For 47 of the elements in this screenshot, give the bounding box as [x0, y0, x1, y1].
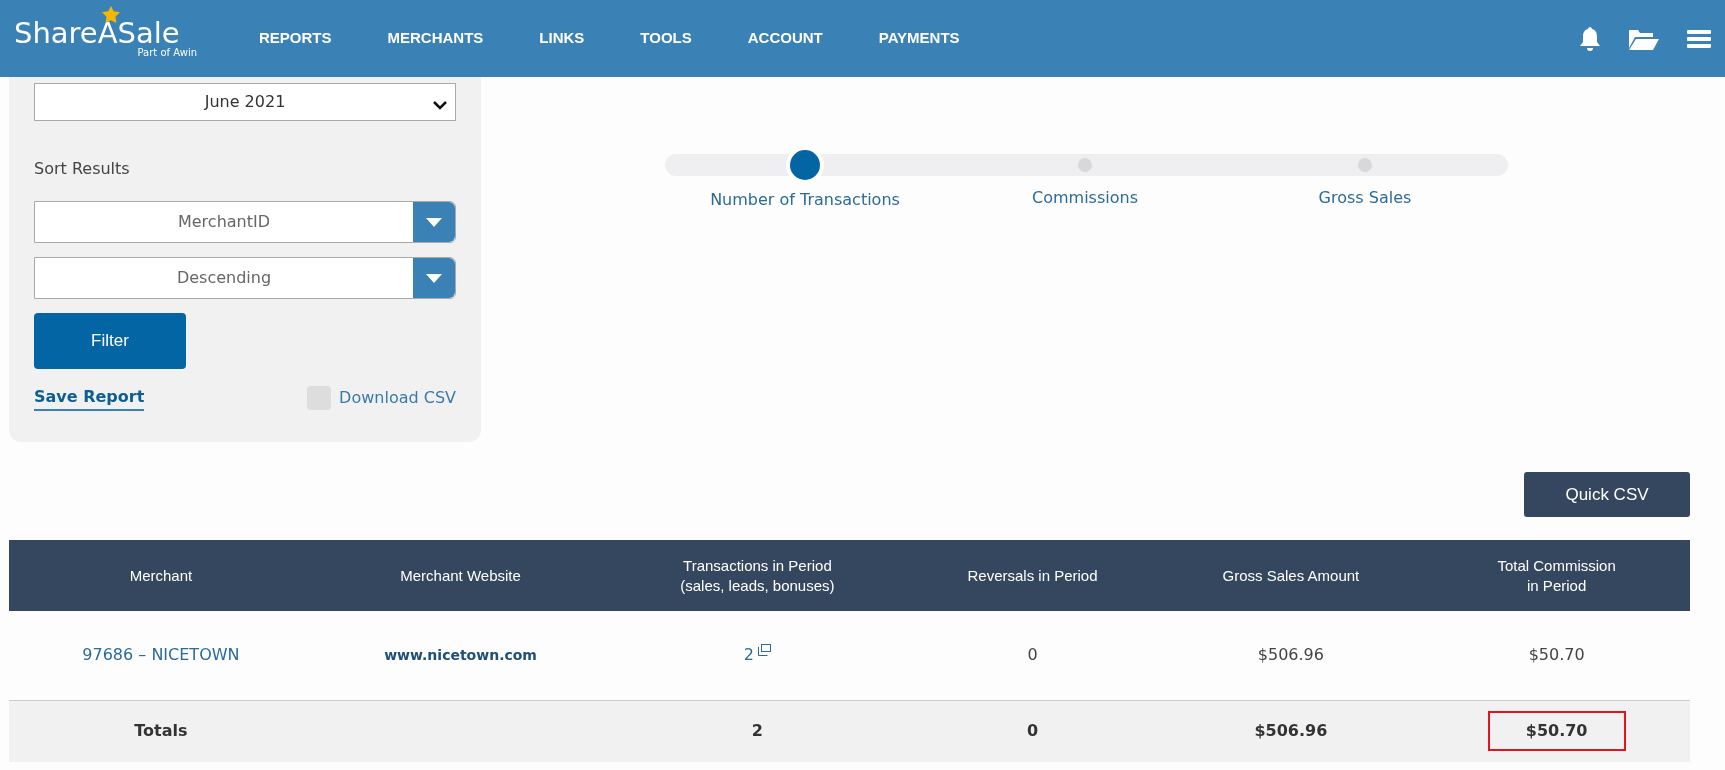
external-window-icon[interactable]	[758, 644, 771, 657]
menu-icon[interactable]	[1687, 28, 1711, 49]
website-link[interactable]: www.nicetown.com	[384, 647, 537, 664]
table-cell: $506.96	[1254, 721, 1328, 741]
nav-link[interactable]: LINKS	[539, 27, 585, 50]
nav-link[interactable]: REPORTS	[259, 27, 332, 50]
chevron-down-icon	[433, 99, 447, 110]
table-cell: 0	[1027, 645, 1038, 665]
checkbox-label: Download CSV	[339, 387, 456, 409]
step-label[interactable]: Commissions	[1032, 186, 1138, 210]
step-dot[interactable]	[1078, 158, 1092, 172]
table-cell: Totals	[134, 721, 188, 741]
month-select[interactable]: June 2021	[34, 83, 456, 121]
nav-link[interactable]: ACCOUNT	[747, 27, 823, 50]
filter-button[interactable]: Filter	[34, 313, 186, 369]
step-dot[interactable]	[790, 150, 820, 180]
step-label[interactable]: Number of Transactions	[710, 188, 900, 212]
save-report-link[interactable]: Save Report	[34, 385, 145, 411]
column-header: Total Commission in Period	[1423, 540, 1690, 611]
highlighted-cell: $50.70	[1487, 711, 1626, 752]
table-cell: 0	[1026, 721, 1039, 741]
transactions-link[interactable]: 2	[743, 645, 754, 665]
logo-subtitle: Part of Awin	[137, 48, 197, 58]
quick-csv-button[interactable]: Quick CSV	[1524, 472, 1690, 517]
step-dot[interactable]	[1358, 158, 1372, 172]
folder-icon[interactable]	[1629, 27, 1659, 50]
sort-label: Sort Results	[34, 158, 131, 180]
column-header: Gross Sales Amount	[1158, 540, 1424, 611]
nav-link[interactable]: MERCHANTS	[387, 27, 484, 50]
table-cell: 2	[751, 721, 763, 741]
step-label[interactable]: Gross Sales	[1318, 186, 1412, 210]
star-icon	[102, 6, 120, 23]
logo-text[interactable]: ShareASale	[14, 19, 259, 48]
column-header: Merchant Website	[312, 540, 609, 611]
sort-field-select[interactable]: MerchantID	[34, 201, 456, 243]
bell-icon[interactable]	[1579, 26, 1601, 51]
nav-link[interactable]: PAYMENTS	[878, 27, 960, 50]
table-cell: $50.70	[1528, 645, 1585, 665]
column-header: Merchant	[9, 540, 313, 611]
column-header: Reversals in Period	[906, 540, 1159, 611]
sort-order-select[interactable]: Descending	[34, 257, 456, 299]
merchant-link[interactable]: 97686 – NICETOWN	[82, 645, 240, 665]
column-header: Transactions in Period (sales, leads, bonuses)	[608, 540, 907, 611]
caret-icon	[426, 217, 442, 227]
table-cell: $506.96	[1257, 645, 1324, 665]
nav-link[interactable]: TOOLS	[640, 27, 692, 50]
caret-icon	[426, 273, 442, 283]
